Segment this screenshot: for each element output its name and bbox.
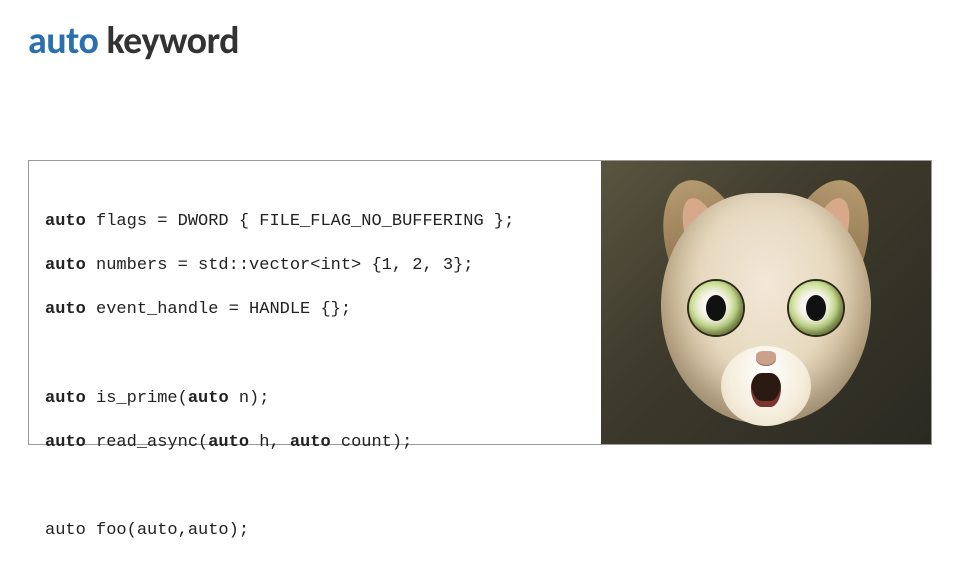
code-line-4: auto is_prime(auto n); bbox=[45, 388, 585, 410]
code-block: auto flags = DWORD { FILE_FLAG_NO_BUFFER… bbox=[29, 161, 601, 444]
content-panel: auto flags = DWORD { FILE_FLAG_NO_BUFFER… bbox=[28, 160, 932, 445]
code-line-1: auto flags = DWORD { FILE_FLAG_NO_BUFFER… bbox=[45, 211, 585, 233]
slide: auto keyword auto flags = DWORD { FILE_F… bbox=[0, 0, 960, 540]
code-line-3: auto event_handle = HANDLE {}; bbox=[45, 299, 585, 321]
reaction-image bbox=[601, 161, 931, 444]
code-gap-2 bbox=[45, 476, 585, 498]
shocked-cat-icon bbox=[601, 161, 931, 444]
title-accent: auto bbox=[28, 18, 98, 64]
slide-title: auto keyword bbox=[28, 18, 932, 64]
code-line-5: auto read_async(auto h, auto count); bbox=[45, 432, 585, 454]
code-line-6: auto foo(auto,auto); bbox=[45, 520, 585, 542]
code-line-2: auto numbers = std::vector<int> {1, 2, 3… bbox=[45, 255, 585, 277]
title-rest: keyword bbox=[98, 18, 239, 64]
code-gap-1 bbox=[45, 344, 585, 366]
